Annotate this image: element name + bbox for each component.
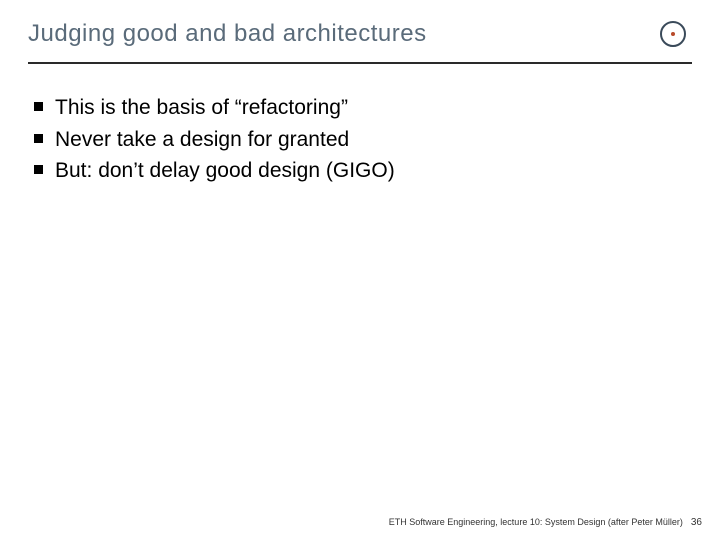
square-bullet-icon — [34, 165, 43, 174]
bullet-list: This is the basis of “refactoring” Never… — [28, 92, 692, 187]
bullet-text: Never take a design for granted — [55, 124, 349, 156]
square-bullet-icon — [34, 102, 43, 111]
eth-circle-icon — [660, 21, 686, 47]
slide: Judging good and bad architectures This … — [0, 0, 720, 540]
slide-title: Judging good and bad architectures — [28, 20, 427, 48]
bullet-text: But: don’t delay good design (GIGO) — [55, 155, 395, 187]
list-item: Never take a design for granted — [34, 124, 692, 156]
list-item: But: don’t delay good design (GIGO) — [34, 155, 692, 187]
slide-header: Judging good and bad architectures — [28, 20, 692, 62]
bullet-text: This is the basis of “refactoring” — [55, 92, 348, 124]
list-item: This is the basis of “refactoring” — [34, 92, 692, 124]
footer-text: ETH Software Engineering, lecture 10: Sy… — [389, 517, 683, 527]
square-bullet-icon — [34, 134, 43, 143]
slide-footer: ETH Software Engineering, lecture 10: Sy… — [389, 517, 702, 528]
header-divider — [28, 62, 692, 64]
page-number: 36 — [691, 517, 702, 528]
